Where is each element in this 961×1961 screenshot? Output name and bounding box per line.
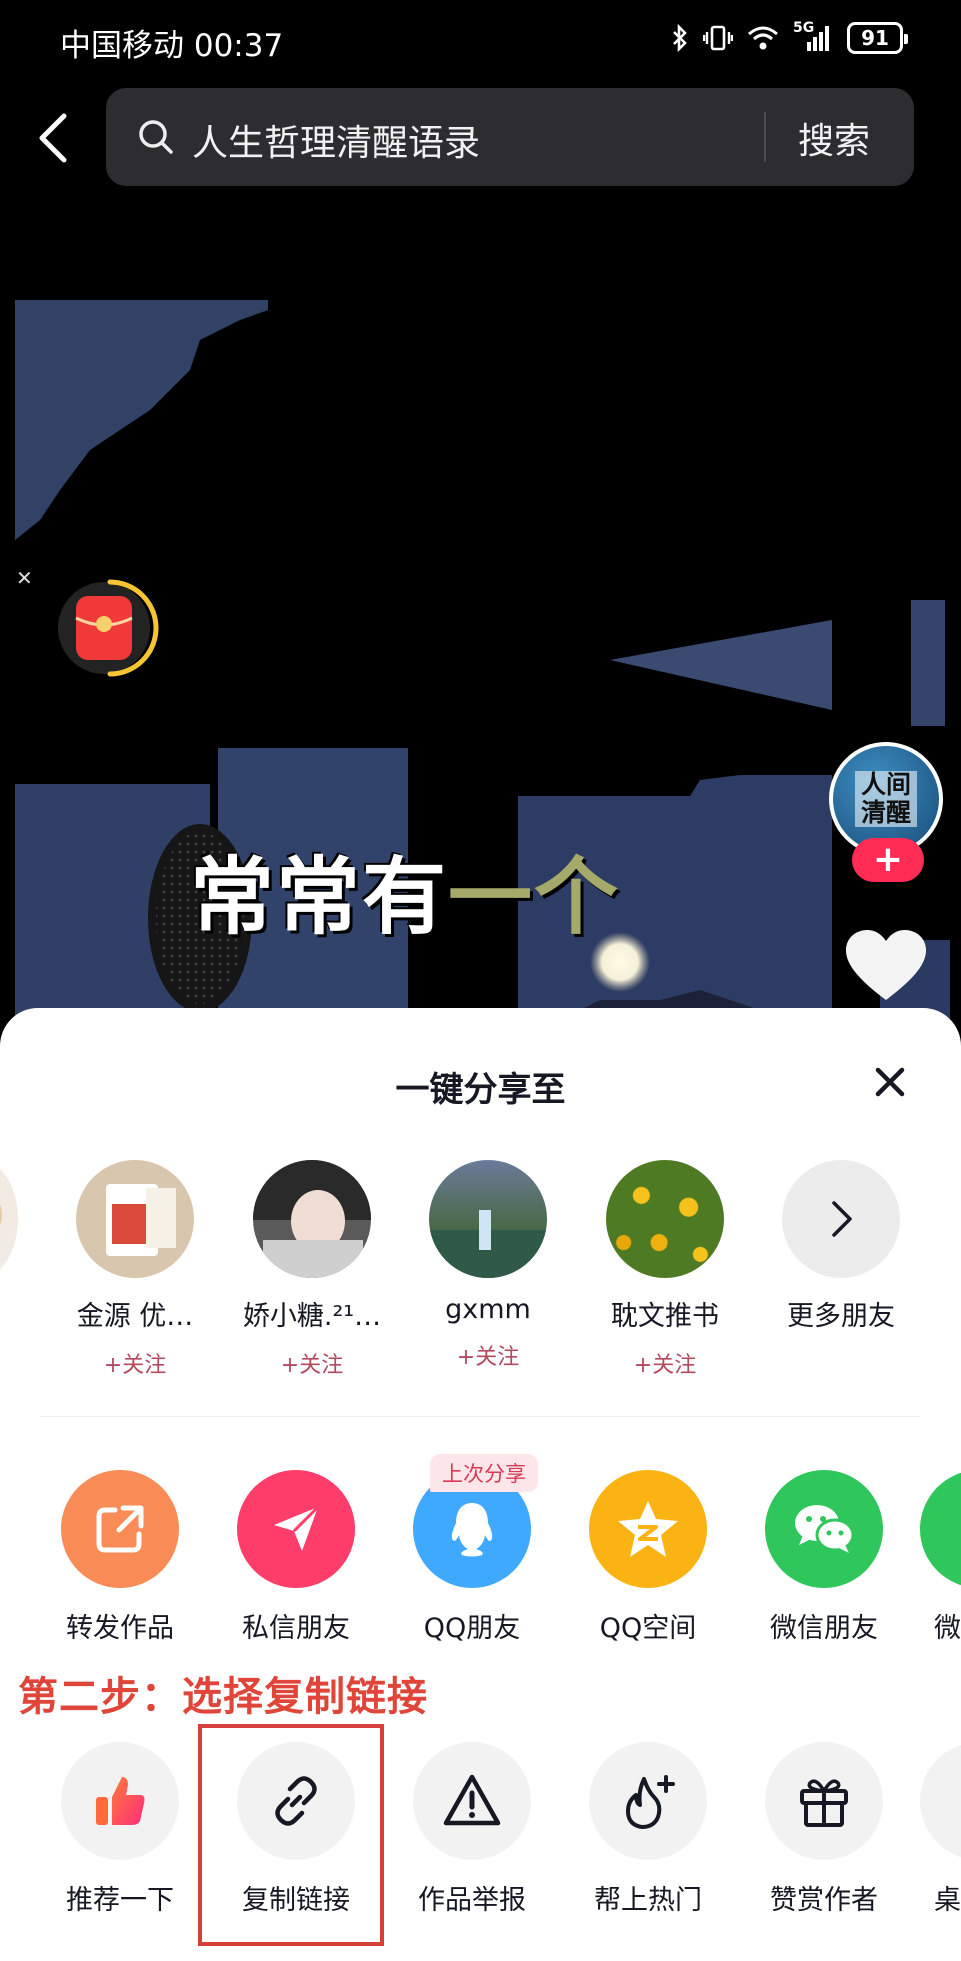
friend-avatar <box>606 1160 724 1278</box>
heart-icon[interactable] <box>844 928 928 1004</box>
friend-name: gxmm <box>445 1294 531 1325</box>
share-app-message[interactable]: 私信朋友 <box>216 1470 376 1645</box>
follow-creator-button[interactable]: + <box>852 838 924 882</box>
action-label: 作品举报 <box>418 1885 526 1916</box>
action-icon-bg <box>413 1742 531 1860</box>
friend-item[interactable]: 娇小糖.²¹… +关注 <box>232 1160 392 1379</box>
friend-name: 娇小糖.²¹… <box>242 1301 382 1332</box>
gift-icon <box>800 1779 848 1827</box>
action-icon-bg <box>765 1742 883 1860</box>
share-sheet-title: 一键分享至 <box>395 1070 566 1110</box>
share-app-repost[interactable]: 转发作品 <box>40 1470 200 1645</box>
share-app-label: 微信朋友 <box>770 1613 878 1644</box>
bluetooth-icon <box>673 24 687 52</box>
step-instruction: 第二步：选择复制链接 <box>18 1674 428 1720</box>
repost-icon <box>96 1505 144 1553</box>
more-friends-button[interactable]: 更多朋友 <box>761 1160 921 1333</box>
red-packet-close-icon[interactable]: ✕ <box>16 566 33 590</box>
friend-name: 耽文推书 <box>611 1301 719 1332</box>
action-tip-author[interactable]: 赞赏作者 <box>744 1742 904 1917</box>
friend-name: 金源 优… <box>76 1301 194 1332</box>
friend-avatar <box>253 1160 371 1278</box>
back-arrow-icon[interactable] <box>30 108 74 168</box>
share-app-qzone[interactable]: QQ空间 <box>568 1470 728 1645</box>
follow-friend-button[interactable]: +关注 <box>55 1347 215 1379</box>
action-icon-bg <box>920 1742 961 1860</box>
action-partial[interactable]: 桌 <box>920 1742 961 1917</box>
share-app-label: 私信朋友 <box>242 1613 350 1644</box>
video-subtitle: 常常有一个 <box>190 830 620 951</box>
search-button[interactable]: 搜索 <box>798 112 870 164</box>
search-divider <box>764 112 766 162</box>
share-app-label: QQ朋友 <box>423 1613 521 1644</box>
battery-level: 91 <box>861 26 889 50</box>
more-friends-label: 更多朋友 <box>787 1301 895 1332</box>
status-icons: 5G 91 <box>671 20 908 54</box>
share-app-qq[interactable]: QQ朋友 <box>392 1470 552 1645</box>
copy-link-highlight <box>198 1724 384 1946</box>
friend-avatar <box>76 1160 194 1278</box>
wifi-icon <box>748 26 778 50</box>
follow-friend-button[interactable]: +关注 <box>585 1347 745 1379</box>
red-packet-icon[interactable] <box>52 574 160 682</box>
thumbs-up-icon <box>96 1777 145 1825</box>
creator-avatar-text: 人间清醒 <box>855 771 917 827</box>
search-bar[interactable]: 人生哲理清醒语录 搜索 <box>106 88 914 186</box>
share-app-partial[interactable]: 微 <box>920 1470 961 1645</box>
action-icon-bg <box>61 1742 179 1860</box>
close-icon[interactable] <box>870 1062 910 1102</box>
vibrate-icon <box>703 25 733 51</box>
qzone-icon <box>618 1501 678 1557</box>
clock: 00:37 <box>193 28 284 64</box>
action-label: 推荐一下 <box>66 1885 174 1916</box>
last-share-badge: 上次分享 <box>430 1454 538 1492</box>
carrier-time: 中国移动 00:37 <box>60 20 283 65</box>
share-app-icon-bg <box>589 1470 707 1588</box>
action-icon-bg <box>589 1742 707 1860</box>
share-app-icon-bg <box>237 1470 355 1588</box>
action-report[interactable]: 作品举报 <box>392 1742 552 1917</box>
friend-avatar-partial[interactable] <box>0 1160 18 1278</box>
friend-item[interactable]: 金源 优… +关注 <box>55 1160 215 1379</box>
share-app-label: 转发作品 <box>66 1613 174 1644</box>
qq-icon <box>451 1503 493 1557</box>
warning-icon <box>443 1774 501 1826</box>
friend-item[interactable]: 耽文推书 +关注 <box>585 1160 745 1379</box>
subtitle-main: 常常有 <box>190 847 449 946</box>
signal-bars-icon <box>807 26 829 51</box>
more-friends-avatar <box>782 1160 900 1278</box>
carrier-name: 中国移动 <box>60 28 184 64</box>
follow-friend-button[interactable]: +关注 <box>232 1347 392 1379</box>
action-recommend[interactable]: 推荐一下 <box>40 1742 200 1917</box>
share-sheet: 一键分享至 金源 优… +关注 娇小糖.²¹… +关注 gxmm +关注 耽文推… <box>0 1008 961 1961</box>
wechat-icon <box>795 1505 855 1553</box>
share-app-label: 微 <box>934 1613 961 1644</box>
status-bar: 中国移动 00:37 5G 91 <box>0 0 961 80</box>
share-app-icon-bg <box>61 1470 179 1588</box>
action-label: 帮上热门 <box>594 1885 702 1916</box>
action-boost[interactable]: 帮上热门 <box>568 1742 728 1917</box>
section-divider <box>40 1416 920 1417</box>
share-app-label: QQ空间 <box>599 1613 697 1644</box>
action-label: 赞赏作者 <box>770 1885 878 1916</box>
friend-avatar <box>429 1160 547 1278</box>
flame-plus-icon <box>626 1775 675 1829</box>
action-label: 桌 <box>934 1885 961 1916</box>
battery-indicator: 91 <box>847 22 908 54</box>
follow-friend-button[interactable]: +关注 <box>408 1339 568 1371</box>
search-input[interactable]: 人生哲理清醒语录 <box>192 114 480 166</box>
video-player[interactable]: ✕ 常常有一个 人间清醒 + <box>0 200 961 1020</box>
share-app-icon-bg <box>920 1470 961 1588</box>
share-app-wechat[interactable]: 微信朋友 <box>744 1470 904 1645</box>
chevron-right-icon <box>832 1201 852 1237</box>
friend-item[interactable]: gxmm +关注 <box>408 1160 568 1371</box>
send-icon <box>274 1505 320 1551</box>
subtitle-fade: 一个 <box>448 847 621 946</box>
cellular-signal: 5G <box>793 20 833 52</box>
search-icon <box>139 120 173 154</box>
share-app-icon-bg <box>765 1470 883 1588</box>
